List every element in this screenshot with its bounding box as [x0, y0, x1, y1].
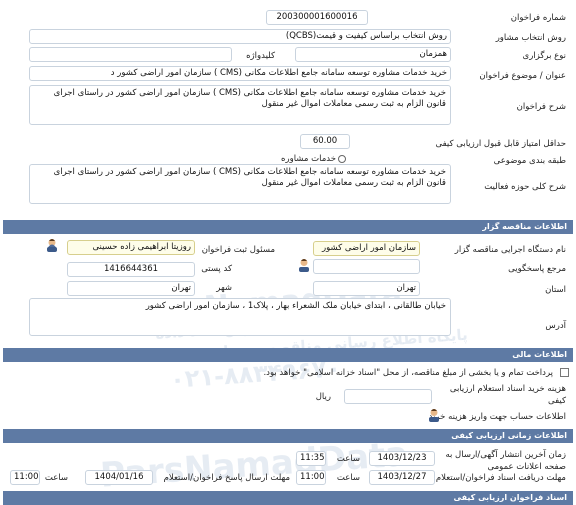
publish-label: زمان آخرين انتشار آگهی/ارسال به صفحه اعل…	[445, 450, 566, 472]
description-label: شرح فراخوان	[516, 102, 566, 112]
min-score-field: 60.00	[300, 134, 350, 149]
postal-field: 1416644361	[67, 262, 195, 277]
documents-section-header: اسناد فراخوان ارزيابی کيفی	[3, 491, 573, 505]
number-label: شماره فراخوان	[510, 13, 566, 23]
publish-date-field: 1403/12/23	[369, 451, 435, 466]
method-field: روش انتخاب براساس کيفيت و قيمت(QCBS)	[29, 29, 451, 44]
registrar-field: روزيتا ابراهيمی زاده حسينی	[67, 240, 195, 255]
account-user-icon[interactable]	[427, 408, 441, 423]
address-label: آدرس	[545, 321, 566, 331]
response-deadline-time-field: 11:00	[10, 470, 40, 485]
number-field: 200300001600016	[266, 10, 368, 25]
reference-user-icon[interactable]	[297, 258, 311, 273]
account-label: اطلاعات حساب جهت واريز هزينه خريد	[428, 412, 566, 422]
publish-time-field: 11:35	[296, 451, 326, 466]
city-field: تهران	[67, 281, 195, 296]
min-score-label: حداقل امتياز قابل قبول ارزيابی کيفی	[435, 139, 566, 149]
doc-fee-field	[344, 389, 432, 404]
financial-section-header: اطلاعات مالی	[3, 348, 573, 362]
registrar-label: مسئول ثبت فراخوان	[201, 245, 275, 255]
title-label: عنوان / موضوع فراخوان	[479, 71, 566, 81]
reference-label: مرجع پاسخگويی	[508, 264, 566, 274]
province-field: تهران	[313, 281, 420, 296]
activity-label: شرح کلی حوزه فعاليت	[484, 182, 566, 192]
title-field: خريد خدمات مشاوره توسعه سامانه جامع اطلا…	[29, 66, 451, 81]
keyword-label: کليدواژه	[246, 51, 275, 61]
timing-section-header: اطلاعات زمانی ارزيابی کيفی	[3, 429, 573, 443]
address-field: خيابان طالقانی ، ابتدای خيابان ملک الشعر…	[29, 298, 451, 336]
treasury-checkbox[interactable]	[560, 368, 569, 377]
activity-field: خريد خدمات مشاوره توسعه سامانه جامع اطلا…	[29, 164, 451, 204]
currency-label: ريال	[315, 392, 331, 402]
classification-value: خدمات مشاوره	[281, 154, 336, 164]
keyword-field	[29, 47, 232, 62]
payment-text: پرداخت تمام و يا بخشی از مبلغ مناقصه، از…	[263, 368, 553, 378]
description-field: خريد خدمات مشاوره توسعه سامانه جامع اطلا…	[29, 85, 451, 125]
classification-label: طبقه بندی موضوعی	[493, 156, 566, 166]
watermark-brand-2: ParsNamadData	[98, 434, 410, 496]
method-label: روش انتخاب مشاور	[495, 33, 566, 43]
doc-deadline-time-label: ساعت	[336, 473, 360, 483]
org-label: نام دستگاه اجرايی مناقصه گزار	[454, 245, 566, 255]
reference-field	[313, 259, 420, 274]
doc-deadline-label: مهلت دريافت اسناد فراخوان/استعلام	[435, 473, 566, 483]
doc-fee-label: هزينه خريد اسناد استعلام ارزيابی کيفی	[449, 384, 566, 406]
org-field: سازمان امور اراضی کشور	[313, 241, 420, 256]
publish-time-label: ساعت	[336, 454, 360, 464]
classification-radio-icon[interactable]	[338, 155, 346, 163]
province-label: استان	[545, 285, 566, 295]
doc-deadline-date-field: 1403/12/27	[369, 470, 435, 485]
postal-label: کد پستی	[201, 264, 232, 274]
response-deadline-label: مهلت ارسال پاسخ فراخوان/استعلام	[163, 473, 290, 483]
response-deadline-date-field: 1404/01/16	[85, 470, 153, 485]
response-deadline-time-label: ساعت	[44, 473, 68, 483]
organizer-section-header: اطلاعات مناقصه گزار	[3, 220, 573, 234]
hold-type-label: نوع برگزاری	[522, 51, 566, 61]
hold-type-field: همزمان	[295, 47, 451, 62]
registrar-user-icon[interactable]	[45, 238, 59, 253]
doc-deadline-time-field: 11:00	[296, 470, 326, 485]
city-label: شهر	[216, 283, 232, 293]
